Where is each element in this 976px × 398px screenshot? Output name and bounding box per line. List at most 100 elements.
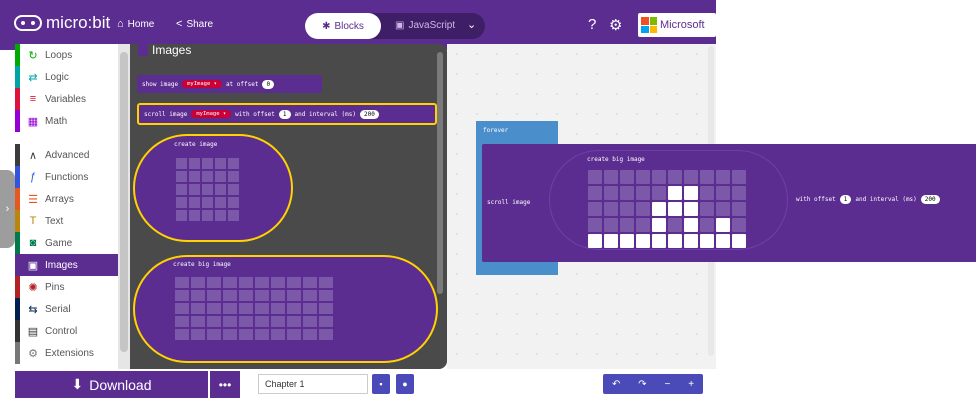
toolbox-item-control[interactable]: ▤ Control [15,320,118,342]
led-cell[interactable] [175,329,189,340]
led-cell[interactable] [223,329,237,340]
chevron-down-icon[interactable]: ⌄ [467,18,476,31]
led-cell[interactable] [255,329,269,340]
led-cell-on[interactable] [668,202,682,216]
led-cell[interactable] [207,290,221,301]
github-button[interactable]: ● [396,374,414,394]
flyout-scrollbar[interactable] [437,52,443,294]
save-button[interactable]: ▪ [372,374,390,394]
led-cell[interactable] [189,184,200,195]
led-cell-off[interactable] [636,170,650,184]
led-cell[interactable] [175,277,189,288]
led-cell[interactable] [255,290,269,301]
led-cell[interactable] [207,303,221,314]
led-cell-off[interactable] [588,170,602,184]
toolbox-item-logic[interactable]: ⇄ Logic [15,66,118,88]
led-cell-on[interactable] [684,218,698,232]
led-cell[interactable] [228,171,239,182]
led-cell[interactable] [191,303,205,314]
create-image-led-grid[interactable] [176,158,239,221]
led-cell[interactable] [176,158,187,169]
interval-input[interactable]: 200 [920,195,940,204]
led-cell-off[interactable] [604,186,618,200]
offset-input[interactable]: 1 [839,195,852,204]
led-cell[interactable] [202,197,213,208]
show-image-block[interactable]: show image myImage ▾ at offset 0 [137,75,322,93]
led-cell[interactable] [319,316,333,327]
led-cell[interactable] [223,316,237,327]
led-cell[interactable] [271,290,285,301]
undo-icon[interactable]: ↶ [612,379,620,390]
led-cell-off[interactable] [620,186,634,200]
led-cell[interactable] [176,197,187,208]
led-cell-off[interactable] [652,170,666,184]
led-cell[interactable] [189,197,200,208]
led-cell-off[interactable] [668,170,682,184]
led-cell-off[interactable] [732,170,746,184]
zoom-in-icon[interactable]: + [688,379,694,390]
microsoft-logo[interactable]: Microsoft [638,13,716,37]
led-cell-on[interactable] [700,234,714,248]
toolbox-item-images[interactable]: ▣ Images [15,254,118,276]
led-cell-off[interactable] [604,202,618,216]
toolbox-item-game[interactable]: ◙ Game [15,232,118,254]
led-cell[interactable] [303,277,317,288]
led-cell-off[interactable] [620,170,634,184]
led-cell-on[interactable] [652,218,666,232]
led-cell-on[interactable] [668,234,682,248]
led-cell-off[interactable] [732,202,746,216]
led-cell-on[interactable] [604,234,618,248]
led-cell[interactable] [319,303,333,314]
led-cell-off[interactable] [652,186,666,200]
led-cell-off[interactable] [636,202,650,216]
led-cell[interactable] [228,158,239,169]
led-cell[interactable] [228,184,239,195]
led-cell[interactable] [303,303,317,314]
led-cell-on[interactable] [716,234,730,248]
myimage-dropdown[interactable]: myImage ▾ [182,80,222,88]
led-cell[interactable] [176,171,187,182]
led-cell-off[interactable] [604,170,618,184]
gear-icon[interactable]: ⚙ [609,16,622,34]
led-cell[interactable] [255,316,269,327]
led-cell[interactable] [215,197,226,208]
led-cell-off[interactable] [636,186,650,200]
led-cell-off[interactable] [716,170,730,184]
led-cell[interactable] [207,277,221,288]
led-cell[interactable] [303,329,317,340]
led-cell[interactable] [239,303,253,314]
led-cell[interactable] [287,290,301,301]
led-cell[interactable] [271,303,285,314]
led-cell[interactable] [189,171,200,182]
led-cell[interactable] [175,303,189,314]
scroll-image-block[interactable]: scroll image myImage ▾ with offset 1 and… [137,103,437,125]
led-cell[interactable] [228,210,239,221]
led-cell-off[interactable] [620,202,634,216]
led-cell-off[interactable] [700,218,714,232]
led-cell[interactable] [191,290,205,301]
download-button[interactable]: ⬇ Download [15,371,208,398]
toolbox-item-variables[interactable]: ≡ Variables [15,88,118,110]
led-cell-off[interactable] [588,218,602,232]
help-icon[interactable]: ? [588,16,596,33]
led-cell[interactable] [223,290,237,301]
led-cell-on[interactable] [684,202,698,216]
led-cell[interactable] [175,316,189,327]
led-cell[interactable] [271,277,285,288]
led-cell[interactable] [189,158,200,169]
toolbox-item-loops[interactable]: ↻ Loops [15,44,118,66]
toolbox-item-math[interactable]: ▦ Math [15,110,118,132]
toolbox-scrollbar[interactable] [118,44,130,369]
led-cell-off[interactable] [732,186,746,200]
led-cell-on[interactable] [716,218,730,232]
scrollbar-thumb[interactable] [120,52,128,352]
led-cell[interactable] [202,171,213,182]
led-cell-off[interactable] [668,218,682,232]
led-cell-off[interactable] [588,186,602,200]
led-cell[interactable] [189,210,200,221]
led-cell-on[interactable] [652,202,666,216]
led-cell[interactable] [239,290,253,301]
led-cell[interactable] [239,329,253,340]
led-cell[interactable] [303,316,317,327]
led-cell[interactable] [202,210,213,221]
